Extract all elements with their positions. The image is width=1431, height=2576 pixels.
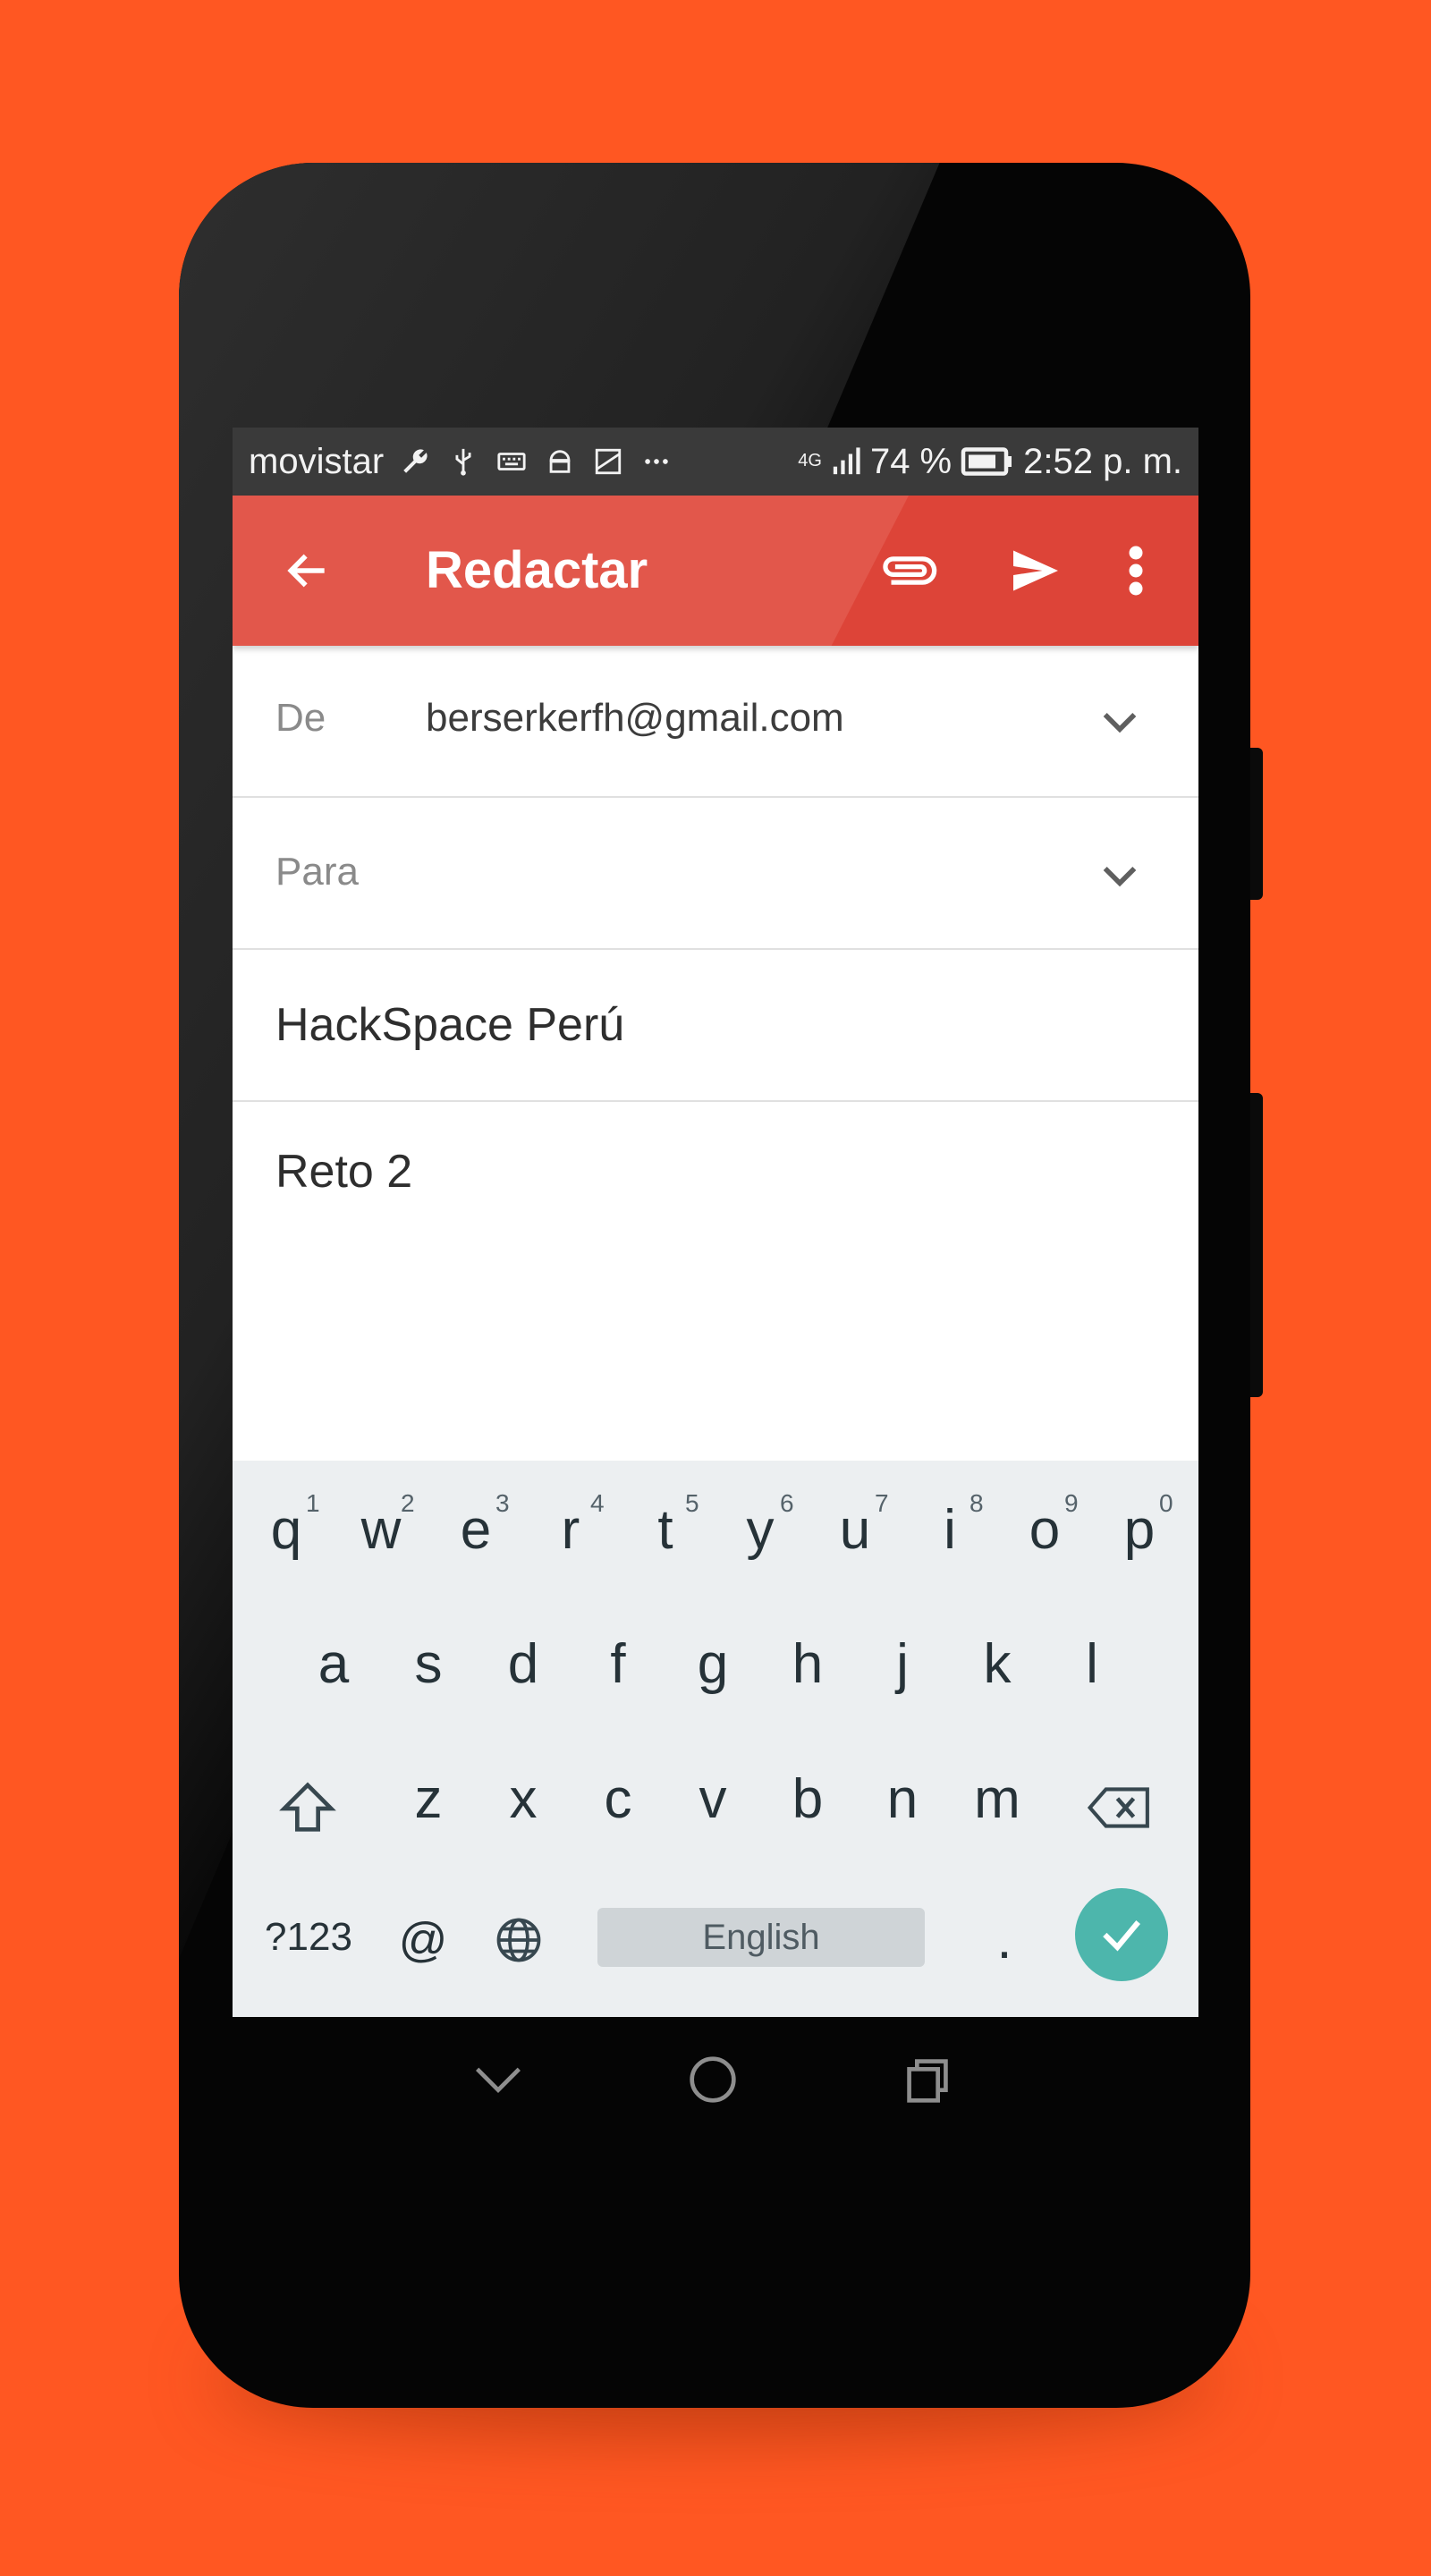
- nav-back-icon[interactable]: [467, 2048, 529, 2111]
- enter-key[interactable]: [1075, 1888, 1168, 1981]
- key-z[interactable]: z: [388, 1767, 469, 1831]
- space-bar-label: English: [702, 1917, 820, 1957]
- key-h[interactable]: h: [767, 1632, 848, 1696]
- nav-home-icon[interactable]: [682, 2048, 744, 2111]
- phone-screen: movistar 4G 74 % 2:52 p. m. Redactar De …: [233, 428, 1198, 2017]
- signal-icon: [833, 447, 860, 475]
- key-g[interactable]: g: [673, 1632, 753, 1696]
- keyboard-icon: [497, 453, 526, 470]
- usb-icon: [455, 448, 471, 476]
- check-icon: [1103, 1920, 1140, 1952]
- more-dots-icon: [645, 459, 668, 464]
- key-d[interactable]: d: [483, 1632, 563, 1696]
- clock: 2:52 p. m.: [1023, 441, 1182, 481]
- to-field[interactable]: Para: [275, 850, 359, 894]
- battery-percent: 74 %: [869, 441, 953, 481]
- to-row[interactable]: Para: [233, 798, 1198, 950]
- key-hint: 3: [495, 1489, 510, 1517]
- key-n[interactable]: n: [862, 1767, 943, 1831]
- key-v[interactable]: v: [673, 1767, 753, 1831]
- back-arrow-icon[interactable]: [272, 535, 343, 606]
- key-k[interactable]: k: [957, 1632, 1037, 1696]
- key-a[interactable]: a: [293, 1632, 374, 1696]
- space-bar[interactable]: English: [597, 1908, 925, 1967]
- key-l[interactable]: l: [1052, 1632, 1132, 1696]
- keyboard: q w e r t y u i o p 1 2 3 4 5 6 7 8 9 0 …: [233, 1461, 1198, 2017]
- battery-icon: [961, 447, 1012, 476]
- send-icon[interactable]: [1000, 535, 1071, 606]
- from-row[interactable]: De berserkerfh@gmail.com: [233, 646, 1198, 798]
- globe-icon[interactable]: [492, 1913, 546, 1967]
- compose-toolbar: Redactar: [233, 496, 1198, 646]
- status-bar: movistar 4G 74 % 2:52 p. m.: [233, 428, 1198, 496]
- at-key[interactable]: @: [383, 1912, 463, 1968]
- key-hint: 8: [970, 1489, 984, 1517]
- key-c[interactable]: c: [578, 1767, 658, 1831]
- attach-icon[interactable]: [871, 535, 943, 606]
- key-x[interactable]: x: [483, 1767, 563, 1831]
- image-icon: [595, 448, 622, 475]
- shift-icon[interactable]: [274, 1777, 354, 1840]
- key-m[interactable]: m: [957, 1767, 1037, 1831]
- key-f[interactable]: f: [578, 1632, 658, 1696]
- key-hint: 4: [590, 1489, 605, 1517]
- key-b[interactable]: b: [767, 1767, 848, 1831]
- key-hint: 6: [780, 1489, 794, 1517]
- key-hint: 5: [685, 1489, 699, 1517]
- symbols-key[interactable]: ?123: [259, 1915, 358, 1960]
- key-hint: 9: [1064, 1489, 1079, 1517]
- period-key[interactable]: .: [964, 1908, 1045, 1971]
- subject-field[interactable]: HackSpace Perú: [275, 998, 624, 1052]
- body-field[interactable]: Reto 2: [275, 1145, 412, 1199]
- backspace-icon[interactable]: [1087, 1783, 1159, 1840]
- overflow-menu-icon[interactable]: [1100, 535, 1172, 606]
- wrench-icon: [403, 449, 428, 473]
- page-title: Redactar: [426, 541, 648, 599]
- android-icon: [549, 450, 571, 473]
- from-label: De: [275, 696, 326, 740]
- chevron-down-icon[interactable]: [1095, 850, 1145, 900]
- key-hint: 2: [401, 1489, 415, 1517]
- key-hint: 1: [306, 1489, 320, 1517]
- nav-recents-icon[interactable]: [896, 2048, 959, 2111]
- key-s[interactable]: s: [388, 1632, 469, 1696]
- carrier-label: movistar: [249, 441, 385, 481]
- key-j[interactable]: j: [862, 1632, 943, 1696]
- key-hint: 7: [875, 1489, 889, 1517]
- from-value: berserkerfh@gmail.com: [426, 696, 844, 740]
- subject-row[interactable]: HackSpace Perú: [233, 950, 1198, 1102]
- chevron-down-icon[interactable]: [1095, 696, 1145, 746]
- key-hint: 0: [1159, 1489, 1173, 1517]
- network-type: 4G: [798, 450, 822, 470]
